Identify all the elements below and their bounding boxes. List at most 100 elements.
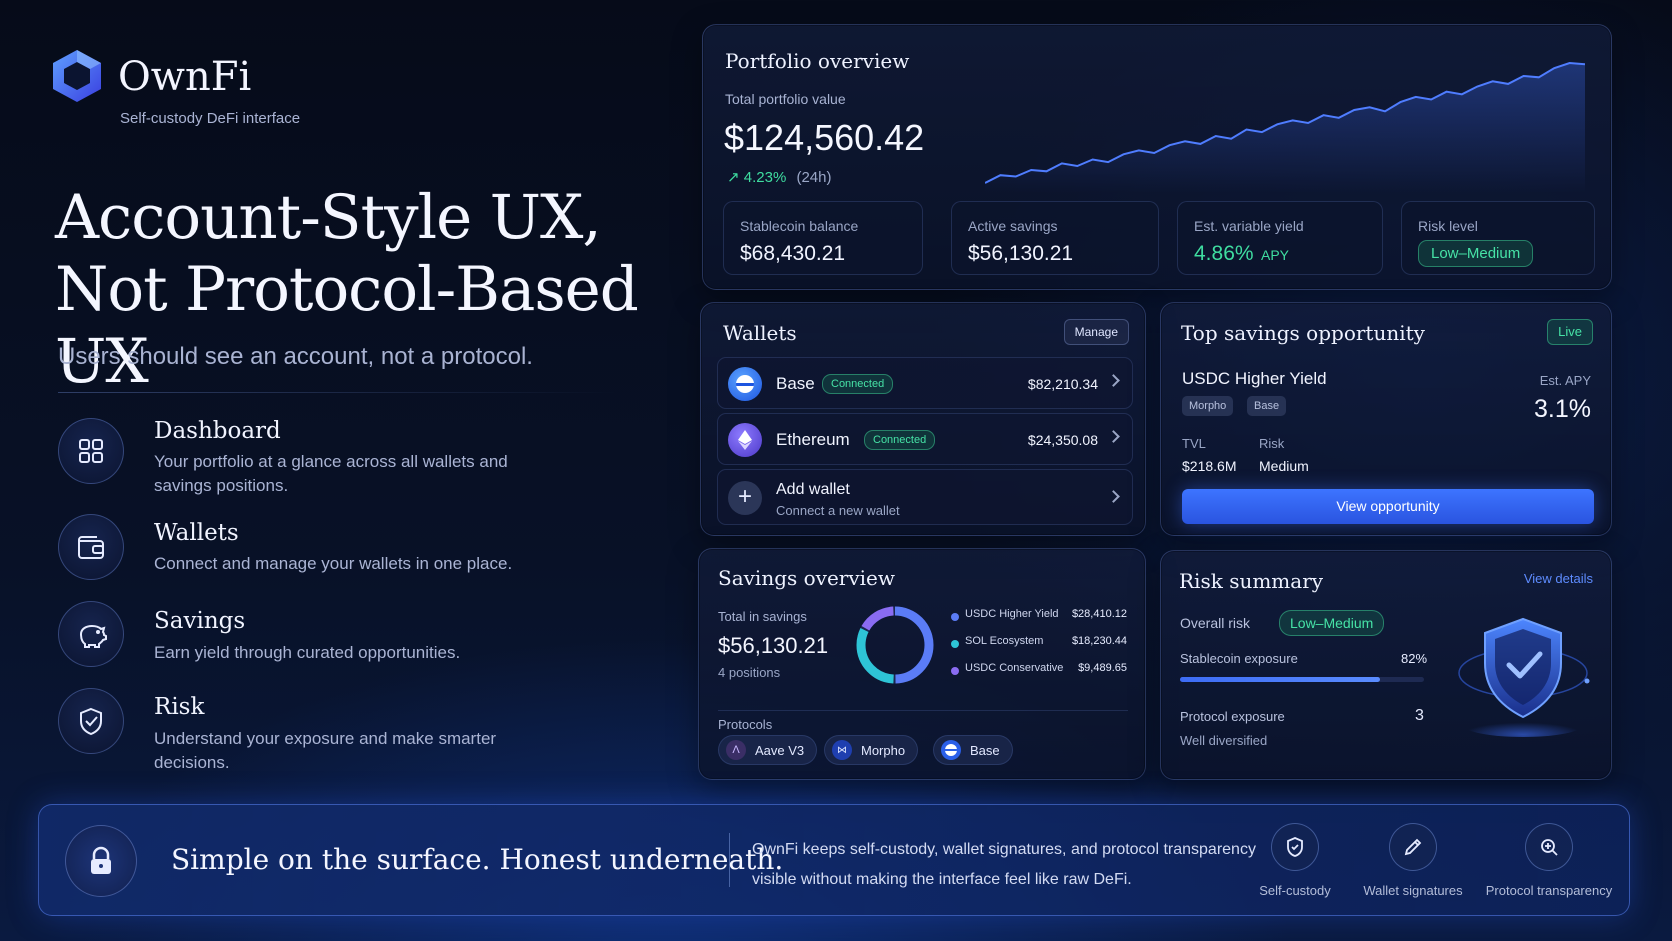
- legend-name: USDC Higher Yield: [965, 608, 1059, 620]
- feature-title: Dashboard: [154, 418, 281, 444]
- feature-desc: Connect and manage your wallets in one p…: [154, 554, 513, 573]
- savings-title: Savings overview: [718, 566, 896, 590]
- change-value: 4.23%: [743, 169, 787, 186]
- wallet-balance: $82,210.34: [1027, 376, 1098, 392]
- protocol-exposure-note: Well diversified: [1180, 733, 1268, 748]
- legend-value: $18,230.44: [1071, 635, 1127, 647]
- chevron-right-icon: [1107, 490, 1120, 503]
- total-label: Total portfolio value: [725, 91, 846, 107]
- base-logo-icon: [728, 367, 762, 401]
- live-badge: Live: [1547, 319, 1593, 345]
- feature-dashboard-icon-wrap: [58, 418, 124, 484]
- legend-value: $9,489.65: [1078, 662, 1127, 674]
- opportunity-name: USDC Higher Yield: [1182, 369, 1327, 388]
- feature-desc: Your portfolio at a glance across all wa…: [154, 452, 508, 495]
- base-logo-icon: [941, 740, 961, 760]
- feature-savings-icon-wrap: [58, 601, 124, 667]
- risk-value: Medium: [1259, 458, 1309, 474]
- savings-positions: 4 positions: [718, 665, 781, 680]
- view-details-link[interactable]: View details: [1524, 571, 1593, 586]
- banner-body-line1: OwnFi keeps self-custody, wallet signatu…: [752, 841, 1256, 858]
- wallet-balance: $24,350.08: [1027, 432, 1098, 448]
- shield-check-icon: [1458, 617, 1590, 737]
- opportunity-title: Top savings opportunity: [1181, 321, 1425, 345]
- stat-card-stablecoin: Stablecoin balance $68,430.21: [723, 201, 923, 275]
- opportunity-panel: Top savings opportunity Live USDC Higher…: [1160, 302, 1612, 536]
- protocol-transparency-icon-wrap: [1525, 823, 1573, 871]
- yield-unit: APY: [1261, 247, 1290, 263]
- chevron-right-icon: [1107, 430, 1120, 443]
- savings-total-label: Total in savings: [718, 609, 807, 624]
- add-wallet-row[interactable]: + Add wallet Connect a new wallet: [717, 469, 1133, 525]
- stat-value: $68,430.21: [740, 242, 846, 265]
- portfolio-title: Portfolio overview: [725, 49, 910, 73]
- self-custody-icon-wrap: [1271, 823, 1319, 871]
- protocol-chip-base[interactable]: Base: [933, 735, 1013, 765]
- pillar-label: Self-custody: [1259, 883, 1331, 898]
- chevron-right-icon: [1107, 374, 1120, 387]
- divider: [729, 833, 730, 887]
- tvl-value: $218.6M: [1182, 458, 1237, 474]
- shield-check-icon: [80, 707, 102, 736]
- wallets-title: Wallets: [723, 321, 797, 345]
- stat-label: Risk level: [1418, 218, 1478, 234]
- stablecoin-exposure-label: Stablecoin exposure: [1180, 651, 1298, 666]
- protocol-chip-morpho[interactable]: ⋈ Morpho: [824, 735, 919, 765]
- wallet-status-badge: Connected: [822, 374, 894, 394]
- savings-panel: Savings overview Total in savings $56,13…: [698, 548, 1146, 780]
- grid-icon: [79, 439, 103, 463]
- pillar-label: Protocol transparency: [1485, 883, 1613, 898]
- wallet-signatures-icon-wrap: [1389, 823, 1437, 871]
- risk-panel: Risk summary View details Overall risk L…: [1160, 550, 1612, 780]
- hero-headline-line2: Not Protocol-Based UX: [55, 254, 639, 397]
- trend-up-icon: ↗: [727, 169, 740, 186]
- protocol-chip-aave[interactable]: Λ Aave V3: [718, 735, 818, 765]
- divider: [58, 392, 618, 393]
- feature-wallets-icon-wrap: [58, 514, 124, 580]
- banner-body: OwnFi keeps self-custody, wallet signatu…: [752, 835, 1256, 895]
- lock-icon-wrap: [65, 825, 137, 897]
- apy-value: 3.1%: [1534, 395, 1591, 423]
- stablecoin-exposure-fill: [1180, 677, 1381, 682]
- overall-risk-badge: Low–Medium: [1279, 610, 1385, 636]
- view-opportunity-button[interactable]: View opportunity: [1182, 489, 1594, 524]
- wallet-name: Ethereum: [776, 430, 850, 449]
- change-period: (24h): [796, 169, 832, 186]
- feature-desc: Earn yield through curated opportunities…: [154, 643, 461, 662]
- manage-button[interactable]: Manage: [1063, 319, 1129, 345]
- overall-risk-label: Overall risk: [1180, 615, 1251, 631]
- feature-desc: Understand your exposure and make smarte…: [154, 729, 497, 772]
- stat-label: Stablecoin balance: [740, 218, 859, 234]
- wallet-row-base[interactable]: Base Connected $82,210.34: [717, 357, 1133, 409]
- pen-icon: [1404, 838, 1422, 856]
- protocol-name: Morpho: [861, 742, 906, 758]
- opportunity-tag: Morpho: [1182, 396, 1234, 416]
- pillar-label: Wallet signatures: [1363, 883, 1463, 898]
- morpho-logo-icon: ⋈: [832, 740, 852, 760]
- opportunity-tag: Base: [1247, 396, 1287, 416]
- yield-value: 4.86%: [1194, 242, 1254, 265]
- apy-label: Est. APY: [1539, 373, 1591, 388]
- portfolio-panel: Portfolio overview Total portfolio value…: [702, 24, 1612, 290]
- feature-risk-icon-wrap: [58, 688, 124, 754]
- protocol-name: Aave V3: [755, 742, 805, 758]
- ethereum-logo-icon: [728, 423, 762, 457]
- magnifier-icon: [1541, 839, 1558, 856]
- wallet-row-ethereum[interactable]: Ethereum Connected $24,350.08: [717, 413, 1133, 465]
- risk-level-badge: Low–Medium: [1418, 240, 1534, 267]
- tvl-label: TVL: [1182, 436, 1206, 451]
- legend-name: SOL Ecosystem: [965, 635, 1044, 647]
- banner-body-line2: visible without making the interface fee…: [752, 871, 1132, 888]
- risk-title: Risk summary: [1179, 569, 1324, 593]
- stat-label: Est. variable yield: [1194, 218, 1304, 234]
- stablecoin-exposure-bar: [1180, 677, 1424, 682]
- yield-row: 4.86% APY: [1194, 242, 1289, 266]
- feature-title: Savings: [154, 608, 246, 634]
- savings-donut: [856, 606, 934, 684]
- protocol-exposure-label: Protocol exposure: [1180, 709, 1285, 724]
- wallet-name: Base: [776, 374, 815, 393]
- lock-icon: [91, 846, 111, 874]
- feature-title: Risk: [154, 694, 205, 720]
- hero-headline-line1: Account-Style UX,: [55, 182, 602, 253]
- legend-value: $28,410.12: [1071, 608, 1127, 620]
